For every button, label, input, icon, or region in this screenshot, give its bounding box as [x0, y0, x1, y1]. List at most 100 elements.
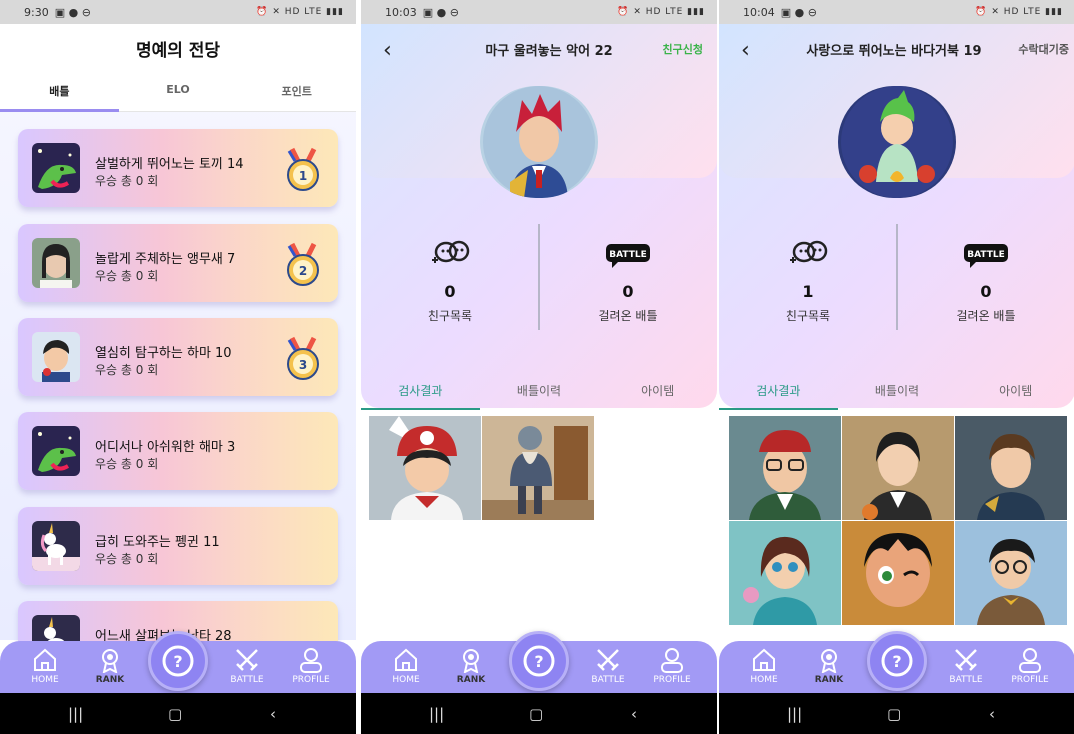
unicorn-avatar-icon: [32, 521, 80, 571]
rank-card[interactable]: 열심히 탐구하는 하마 10 우승 총 0 회 3: [18, 318, 338, 396]
battles-label: 걸려온 배틀: [956, 309, 1016, 323]
home-icon: [753, 648, 775, 671]
result-image[interactable]: [482, 416, 594, 520]
profile-tabs: 검사결과 배틀이력 아이템: [361, 376, 717, 410]
home-system-button[interactable]: ▢: [887, 705, 901, 723]
friends-chat-icon: [790, 240, 828, 263]
svg-text:?: ?: [534, 652, 543, 671]
notification-icons: ▣ ● ⊖: [422, 5, 459, 19]
system-nav-bar: ||| ▢ ‹: [361, 693, 717, 734]
win-count: 우승 총 0 회: [95, 269, 159, 283]
profile-icon: [1019, 648, 1041, 673]
result-image[interactable]: [842, 416, 954, 520]
rank-card[interactable]: 살벌하게 뛰어노는 토끼 14 우승 총 0 회 1: [18, 129, 338, 207]
tab-elo[interactable]: ELO: [119, 74, 238, 111]
friends-stat[interactable]: 0 친구목록: [390, 238, 510, 324]
nav-rank[interactable]: RANK: [82, 647, 138, 685]
back-arrow-icon[interactable]: ‹: [741, 38, 750, 63]
system-nav-bar: ||| ▢ ‹: [719, 693, 1074, 734]
hall-of-fame-screen: 9:30 ▣ ● ⊖ ⏰ ✕ HD LTE ▮▮▮ 명예의 전당 배틀 ELO 포…: [0, 0, 356, 734]
friends-count: 1: [802, 282, 814, 301]
nav-battle-label: BATTLE: [230, 675, 264, 685]
status-time: 9:30: [24, 5, 49, 19]
tab-points[interactable]: 포인트: [237, 74, 356, 111]
nav-home[interactable]: HOME: [378, 647, 434, 685]
player-name: 열심히 탐구하는 하마 10: [95, 346, 232, 361]
rank-medal-icon: [821, 649, 837, 673]
rank-card[interactable]: 급히 도와주는 펭귄 11 우승 총 0 회: [18, 507, 338, 585]
battles-stat[interactable]: BATTLE 0 걸려온 배틀: [568, 238, 688, 324]
nav-battle[interactable]: BATTLE: [580, 647, 636, 685]
friends-label: 친구목록: [427, 309, 473, 323]
rank-card[interactable]: 어디서나 아쉬워한 해마 3 우승 총 0 회: [18, 412, 338, 490]
nav-rank-label: RANK: [456, 675, 486, 685]
nav-profile[interactable]: PROFILE: [283, 647, 339, 685]
profile-screen-a: 10:03 ▣ ● ⊖ ⏰ ✕ HD LTE ▮▮▮ ‹ 마구 울려놓는 악어 2…: [361, 0, 717, 734]
page-title: 명예의 전당: [0, 24, 356, 74]
friend-request-button[interactable]: 친구신청: [663, 41, 703, 57]
rank-card[interactable]: 놀랍게 주체하는 앵무새 7 우승 총 0 회 2: [18, 224, 338, 302]
back-system-button[interactable]: ‹: [270, 705, 276, 723]
nav-rank-label: RANK: [814, 675, 844, 685]
svg-text:2: 2: [299, 264, 307, 278]
recent-apps-button[interactable]: |||: [68, 705, 83, 723]
nav-rank[interactable]: RANK: [443, 647, 499, 685]
result-image[interactable]: [842, 521, 954, 625]
svg-text:BATTLE: BATTLE: [609, 250, 647, 260]
result-image[interactable]: [955, 416, 1067, 520]
tab-battle[interactable]: 배틀: [0, 74, 119, 112]
center-action-button[interactable]: ?: [867, 631, 927, 691]
tab-test-results[interactable]: 검사결과: [361, 376, 480, 410]
battles-label: 걸려온 배틀: [598, 309, 658, 323]
nav-home[interactable]: HOME: [17, 647, 73, 685]
crossed-swords-icon: [236, 649, 258, 671]
nav-home-label: HOME: [31, 675, 59, 685]
nav-home[interactable]: HOME: [736, 647, 792, 685]
win-count: 우승 총 0 회: [95, 174, 159, 188]
notification-icons: ▣ ● ⊖: [54, 5, 91, 19]
crocodile-avatar-icon: [32, 143, 80, 193]
tab-battle-history[interactable]: 배틀이력: [480, 376, 599, 410]
crossed-swords-icon: [955, 649, 977, 671]
profile-screen-b: 10:04 ▣ ● ⊖ ⏰ ✕ HD LTE ▮▮▮ ‹ 사랑으로 뛰어노는 바다…: [719, 0, 1074, 734]
center-action-button[interactable]: ?: [148, 631, 208, 691]
nav-battle[interactable]: BATTLE: [219, 647, 275, 685]
pending-acceptance-status: 수락대기중: [1018, 43, 1069, 56]
profile-icon: [300, 648, 322, 673]
home-system-button[interactable]: ▢: [168, 705, 182, 723]
tab-items[interactable]: 아이템: [598, 376, 717, 410]
status-bar: 9:30 ▣ ● ⊖ ⏰ ✕ HD LTE ▮▮▮: [0, 0, 356, 24]
gold-medal-icon: 1: [284, 147, 322, 193]
bronze-medal-icon: 3: [284, 336, 322, 382]
nav-battle[interactable]: BATTLE: [938, 647, 994, 685]
nav-rank[interactable]: RANK: [801, 647, 857, 685]
tab-items[interactable]: 아이템: [956, 376, 1074, 410]
nav-profile[interactable]: PROFILE: [1002, 647, 1058, 685]
silver-medal-icon: 2: [284, 242, 322, 288]
profile-title: 마구 울려놓는 악어 22: [485, 44, 613, 59]
result-image[interactable]: [369, 416, 481, 520]
home-system-button[interactable]: ▢: [529, 705, 543, 723]
tab-battle-history[interactable]: 배틀이력: [838, 376, 957, 410]
woman-photo-avatar-icon: [32, 238, 80, 288]
nav-profile[interactable]: PROFILE: [644, 647, 700, 685]
friends-stat[interactable]: 1 친구목록: [748, 238, 868, 324]
back-arrow-icon[interactable]: ‹: [383, 38, 392, 63]
tab-test-results[interactable]: 검사결과: [719, 376, 838, 410]
nav-battle-label: BATTLE: [949, 675, 983, 685]
battles-stat[interactable]: BATTLE 0 걸려온 배틀: [926, 238, 1046, 324]
status-indicators: ⏰ ✕ HD LTE ▮▮▮: [256, 7, 344, 17]
friends-chat-icon: [432, 240, 470, 263]
win-count: 우승 총 0 회: [95, 363, 159, 377]
back-system-button[interactable]: ‹: [989, 705, 995, 723]
result-image[interactable]: [729, 521, 841, 625]
back-system-button[interactable]: ‹: [631, 705, 637, 723]
battles-count: 0: [622, 282, 634, 301]
recent-apps-button[interactable]: |||: [429, 705, 444, 723]
result-image[interactable]: [729, 416, 841, 520]
status-time: 10:04: [743, 5, 775, 19]
center-action-button[interactable]: ?: [509, 631, 569, 691]
recent-apps-button[interactable]: |||: [787, 705, 802, 723]
nav-home-label: HOME: [750, 675, 778, 685]
result-image[interactable]: [955, 521, 1067, 625]
